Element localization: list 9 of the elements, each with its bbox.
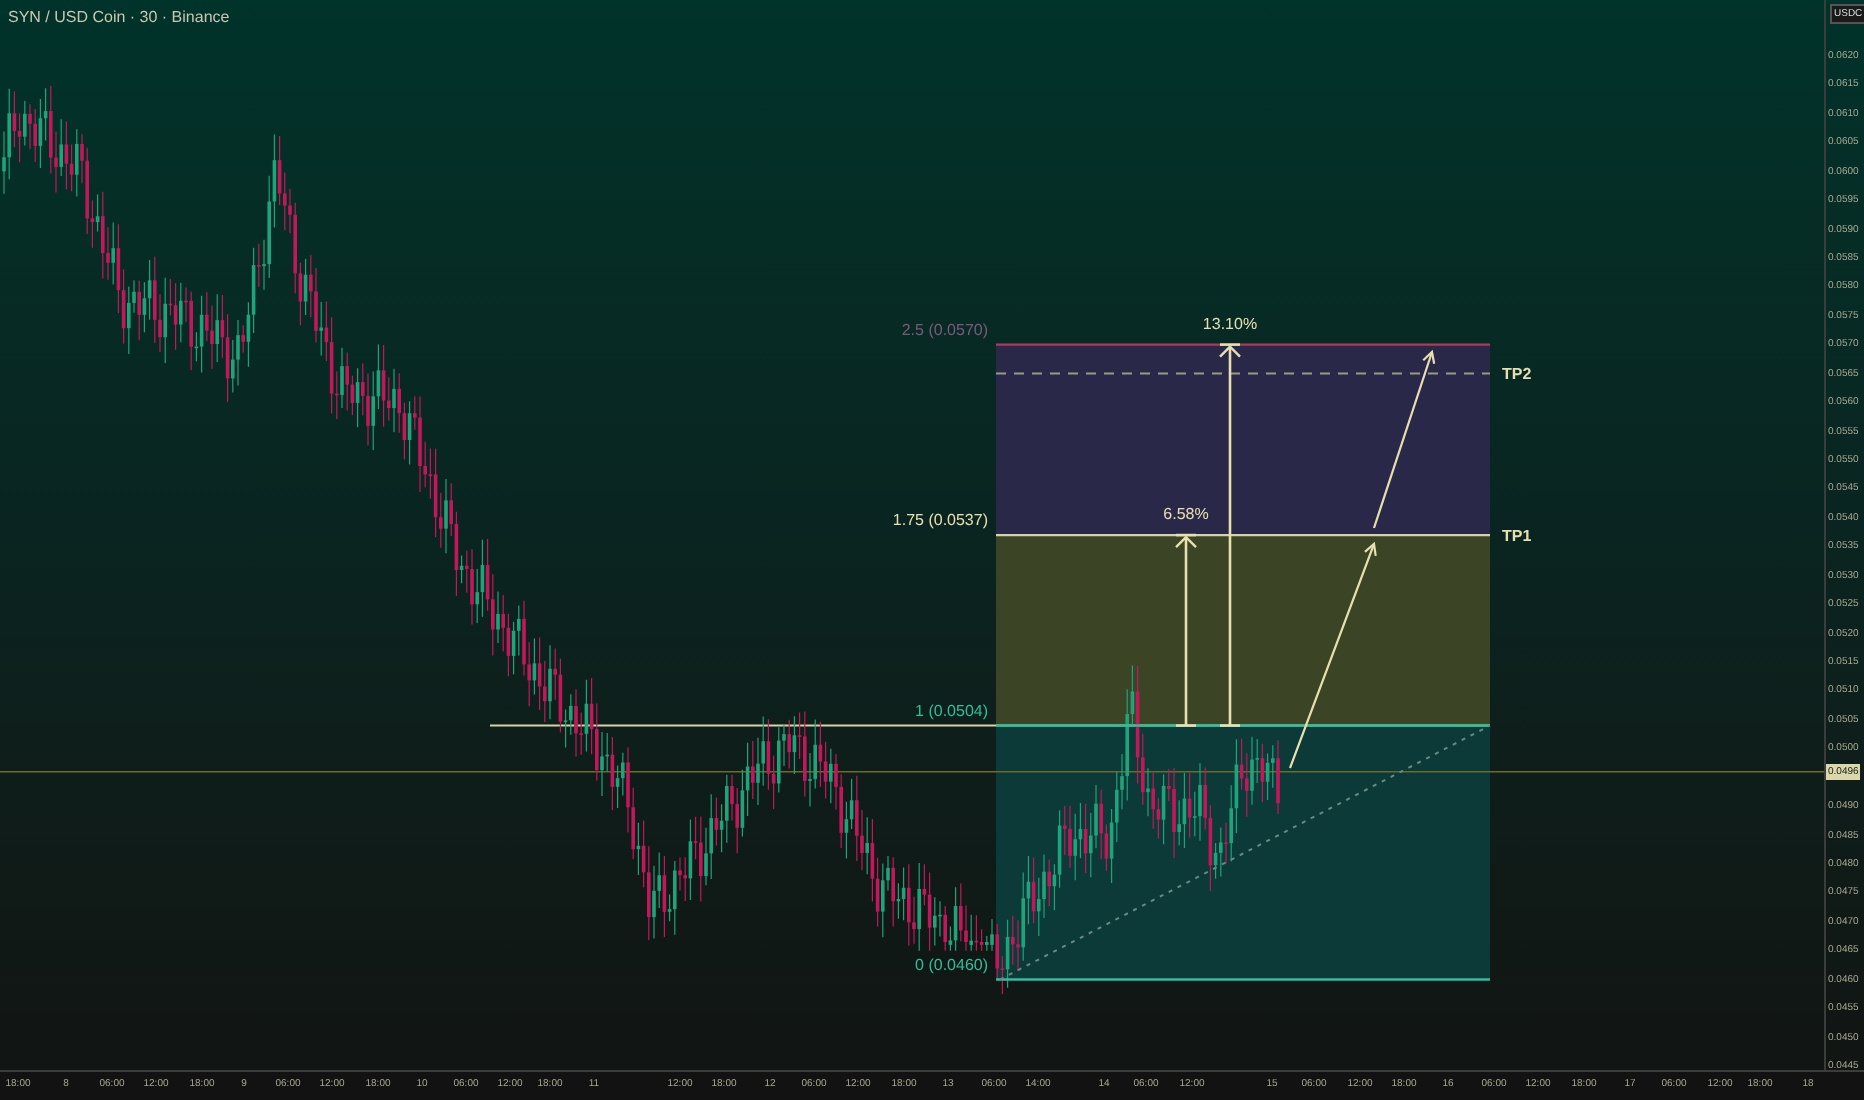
fib-level-label: 2.5 (0.0570) [901, 320, 988, 339]
fib-level-label: 0 (0.0460) [915, 955, 988, 974]
percent-label: 13.10% [1202, 314, 1258, 333]
percent-label: 6.58% [1163, 505, 1209, 524]
target-label: TP1 [1502, 527, 1532, 546]
chart-title: SYN / USD Coin · 30 · Binance [8, 6, 230, 30]
fib-level-label: 1 (0.0504) [915, 701, 988, 720]
target-label: TP2 [1502, 365, 1532, 384]
fib-level-label: 1.75 (0.0537) [892, 511, 988, 530]
